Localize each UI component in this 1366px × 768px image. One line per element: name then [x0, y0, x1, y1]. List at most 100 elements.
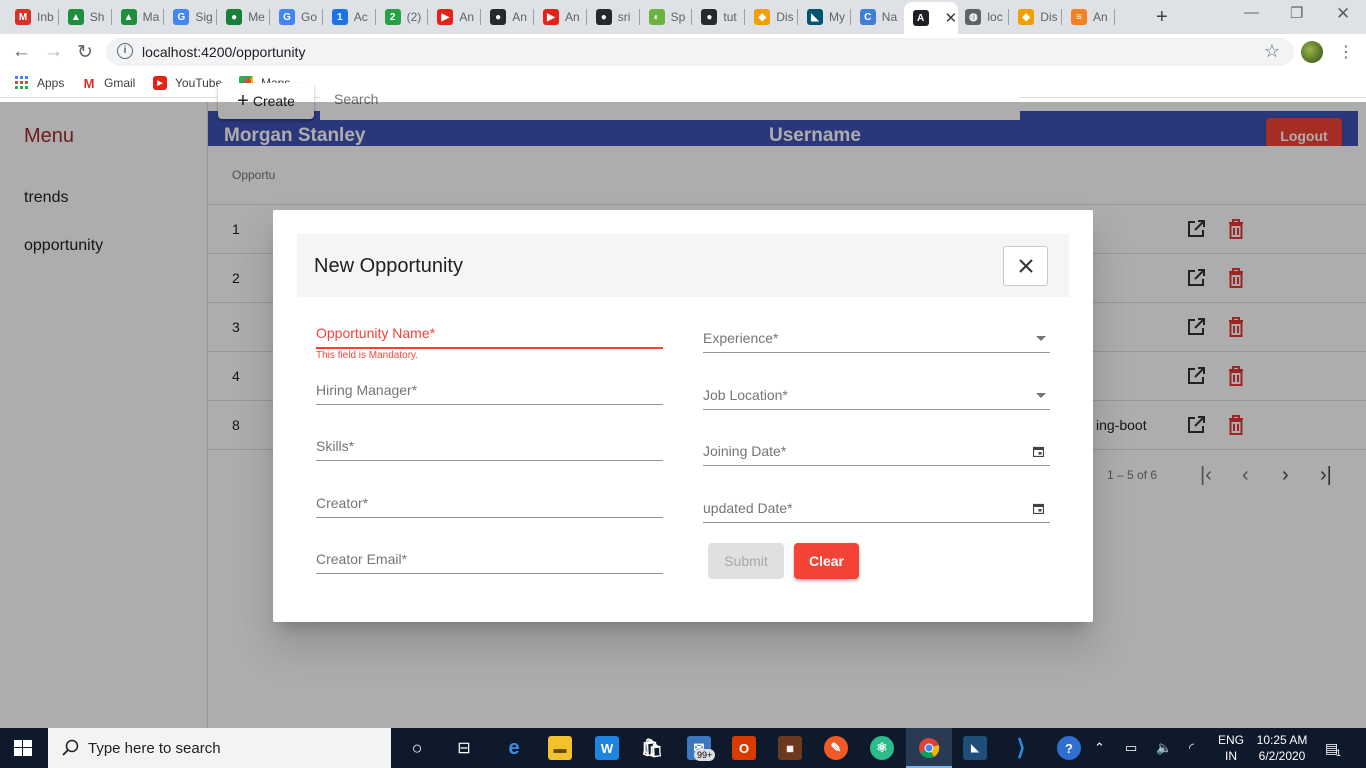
- cortana-icon[interactable]: ○: [405, 736, 429, 760]
- browser-tab[interactable]: M Inb: [6, 2, 57, 32]
- hiring-manager-field[interactable]: Hiring Manager*: [316, 376, 663, 412]
- browser-menu-icon[interactable]: ⋮: [1338, 42, 1354, 62]
- browser-tab[interactable]: ◣ My: [798, 2, 849, 32]
- wifi-icon[interactable]: ◜: [1189, 740, 1194, 756]
- back-button[interactable]: ←: [12, 41, 31, 63]
- browser-tab[interactable]: ◐ Sp: [640, 2, 691, 32]
- calendar-icon[interactable]: [1033, 446, 1044, 457]
- skills-field[interactable]: Skills*: [316, 432, 663, 468]
- battery-icon[interactable]: ▭: [1125, 740, 1137, 756]
- browser-tab[interactable]: ● Me: [217, 2, 268, 32]
- browser-tab[interactable]: ▶ An: [534, 2, 585, 32]
- tab-label: sri: [617, 10, 631, 24]
- drive-icon: ▲: [120, 9, 137, 25]
- field-label: Creator Email*: [316, 551, 408, 567]
- job-location-select[interactable]: Job Location*: [703, 381, 1050, 417]
- field-label: Skills*: [316, 438, 355, 454]
- youtube-icon: ▶: [543, 9, 559, 25]
- close-tab-icon[interactable]: ✕: [945, 9, 958, 27]
- browser-tab[interactable]: ▲ Sh: [59, 2, 110, 32]
- browser-tab[interactable]: ◍ loc: [956, 2, 1007, 32]
- system-clock[interactable]: 10:25 AM 6/2/2020: [1250, 732, 1314, 764]
- language-region: IN: [1225, 749, 1237, 763]
- field-underline: [703, 352, 1050, 353]
- joining-date-field[interactable]: Joining Date*: [703, 437, 1050, 473]
- calendar-icon[interactable]: [1033, 503, 1044, 514]
- game-icon[interactable]: ▦: [778, 736, 802, 760]
- language-indicator[interactable]: ENG IN: [1214, 732, 1248, 764]
- tab-label: Ma: [142, 10, 160, 24]
- browser-tab[interactable]: G Sig: [164, 2, 215, 32]
- dropdown-arrow-icon: [1036, 336, 1046, 341]
- minimize-button[interactable]: —: [1244, 4, 1259, 21]
- browser-tab[interactable]: ≡ An: [1062, 2, 1113, 32]
- profile-avatar[interactable]: [1301, 41, 1323, 63]
- browser-tab[interactable]: 1 Ac: [323, 2, 374, 32]
- office-icon[interactable]: O: [732, 736, 756, 760]
- tab-label: Go: [301, 10, 318, 24]
- wps-writer-icon[interactable]: W: [595, 736, 619, 760]
- volume-icon[interactable]: 🔈: [1156, 740, 1172, 756]
- clock-date: 6/2/2020: [1258, 749, 1306, 763]
- clear-button[interactable]: Clear: [794, 543, 859, 579]
- browser-tab[interactable]: ◆ Dis: [1009, 2, 1060, 32]
- mysql-workbench-icon[interactable]: ◣: [963, 736, 987, 760]
- atom-icon[interactable]: ⚛: [870, 736, 894, 760]
- browser-tab[interactable]: 2 (2): [376, 2, 427, 32]
- browser-tab[interactable]: C Na: [851, 2, 902, 32]
- mysql-icon: ◣: [807, 9, 823, 25]
- browser-tab[interactable]: A ✕: [903, 2, 958, 34]
- browser-tab[interactable]: ● tut: [692, 2, 743, 32]
- site-info-icon[interactable]: i: [117, 43, 133, 59]
- field-underline: [703, 522, 1050, 523]
- browser-tab[interactable]: ● An: [481, 2, 532, 32]
- updated-date-field[interactable]: updated Date*: [703, 494, 1050, 530]
- globe-icon: ◍: [965, 9, 982, 25]
- browser-tab[interactable]: G Go: [270, 2, 321, 32]
- store-icon[interactable]: 🛍: [640, 736, 664, 760]
- bookmark-star-icon[interactable]: ☆: [1264, 41, 1280, 62]
- field-underline: [316, 404, 663, 405]
- browser-tab[interactable]: ◆ Dis: [745, 2, 796, 32]
- dialog-title: New Opportunity: [314, 255, 463, 277]
- submit-button[interactable]: Submit: [708, 543, 784, 579]
- chrome-icon[interactable]: [917, 736, 941, 760]
- vscode-icon[interactable]: ⟩: [1009, 735, 1033, 760]
- tab-label: Sp: [670, 10, 686, 24]
- github-icon: ●: [701, 9, 718, 25]
- creator-field[interactable]: Creator*: [316, 489, 663, 525]
- field-label: Experience*: [703, 330, 779, 346]
- browser-tab[interactable]: ● sri: [587, 2, 638, 32]
- bookmark-youtube[interactable]: ▶ YouTube: [153, 76, 222, 90]
- reload-button[interactable]: ↻: [77, 41, 93, 64]
- tray-chevron-icon[interactable]: ⌃: [1094, 740, 1105, 756]
- dialog-close-button[interactable]: [1003, 246, 1048, 286]
- new-tab-button[interactable]: +: [1156, 6, 1168, 29]
- file-explorer-icon[interactable]: ▬: [548, 736, 572, 760]
- restore-button[interactable]: ❐: [1290, 4, 1303, 22]
- gmail-icon: M: [83, 75, 95, 91]
- task-view-icon[interactable]: ⊟: [452, 736, 476, 760]
- tab-label: Sig: [195, 10, 213, 24]
- bookmark-gmail[interactable]: M Gmail: [82, 75, 136, 91]
- field-underline: [703, 465, 1050, 466]
- spring-icon: ◐: [648, 9, 665, 25]
- help-icon[interactable]: ?: [1057, 736, 1081, 760]
- field-label: Creator*: [316, 495, 369, 511]
- browser-tab[interactable]: ▶ An: [428, 2, 479, 32]
- address-bar[interactable]: i localhost:4200/opportunity ☆: [106, 38, 1294, 66]
- youtube-icon: ▶: [153, 76, 167, 90]
- taskbar-search-box[interactable]: Type here to search: [48, 728, 391, 768]
- bookmark-apps[interactable]: Apps: [15, 76, 64, 90]
- forward-button[interactable]: →: [44, 41, 63, 63]
- field-underline: [316, 517, 663, 518]
- gmail-icon: M: [15, 9, 31, 25]
- notification-count: 1: [1336, 748, 1342, 758]
- edge-icon[interactable]: e: [502, 736, 526, 760]
- windows-start-icon[interactable]: [14, 740, 32, 756]
- postman-icon[interactable]: ✎: [824, 736, 848, 760]
- experience-select[interactable]: Experience*: [703, 324, 1050, 360]
- browser-tab[interactable]: ▲ Ma: [112, 2, 163, 32]
- close-window-button[interactable]: ✕: [1336, 4, 1350, 24]
- creator-email-field[interactable]: Creator Email*: [316, 545, 663, 581]
